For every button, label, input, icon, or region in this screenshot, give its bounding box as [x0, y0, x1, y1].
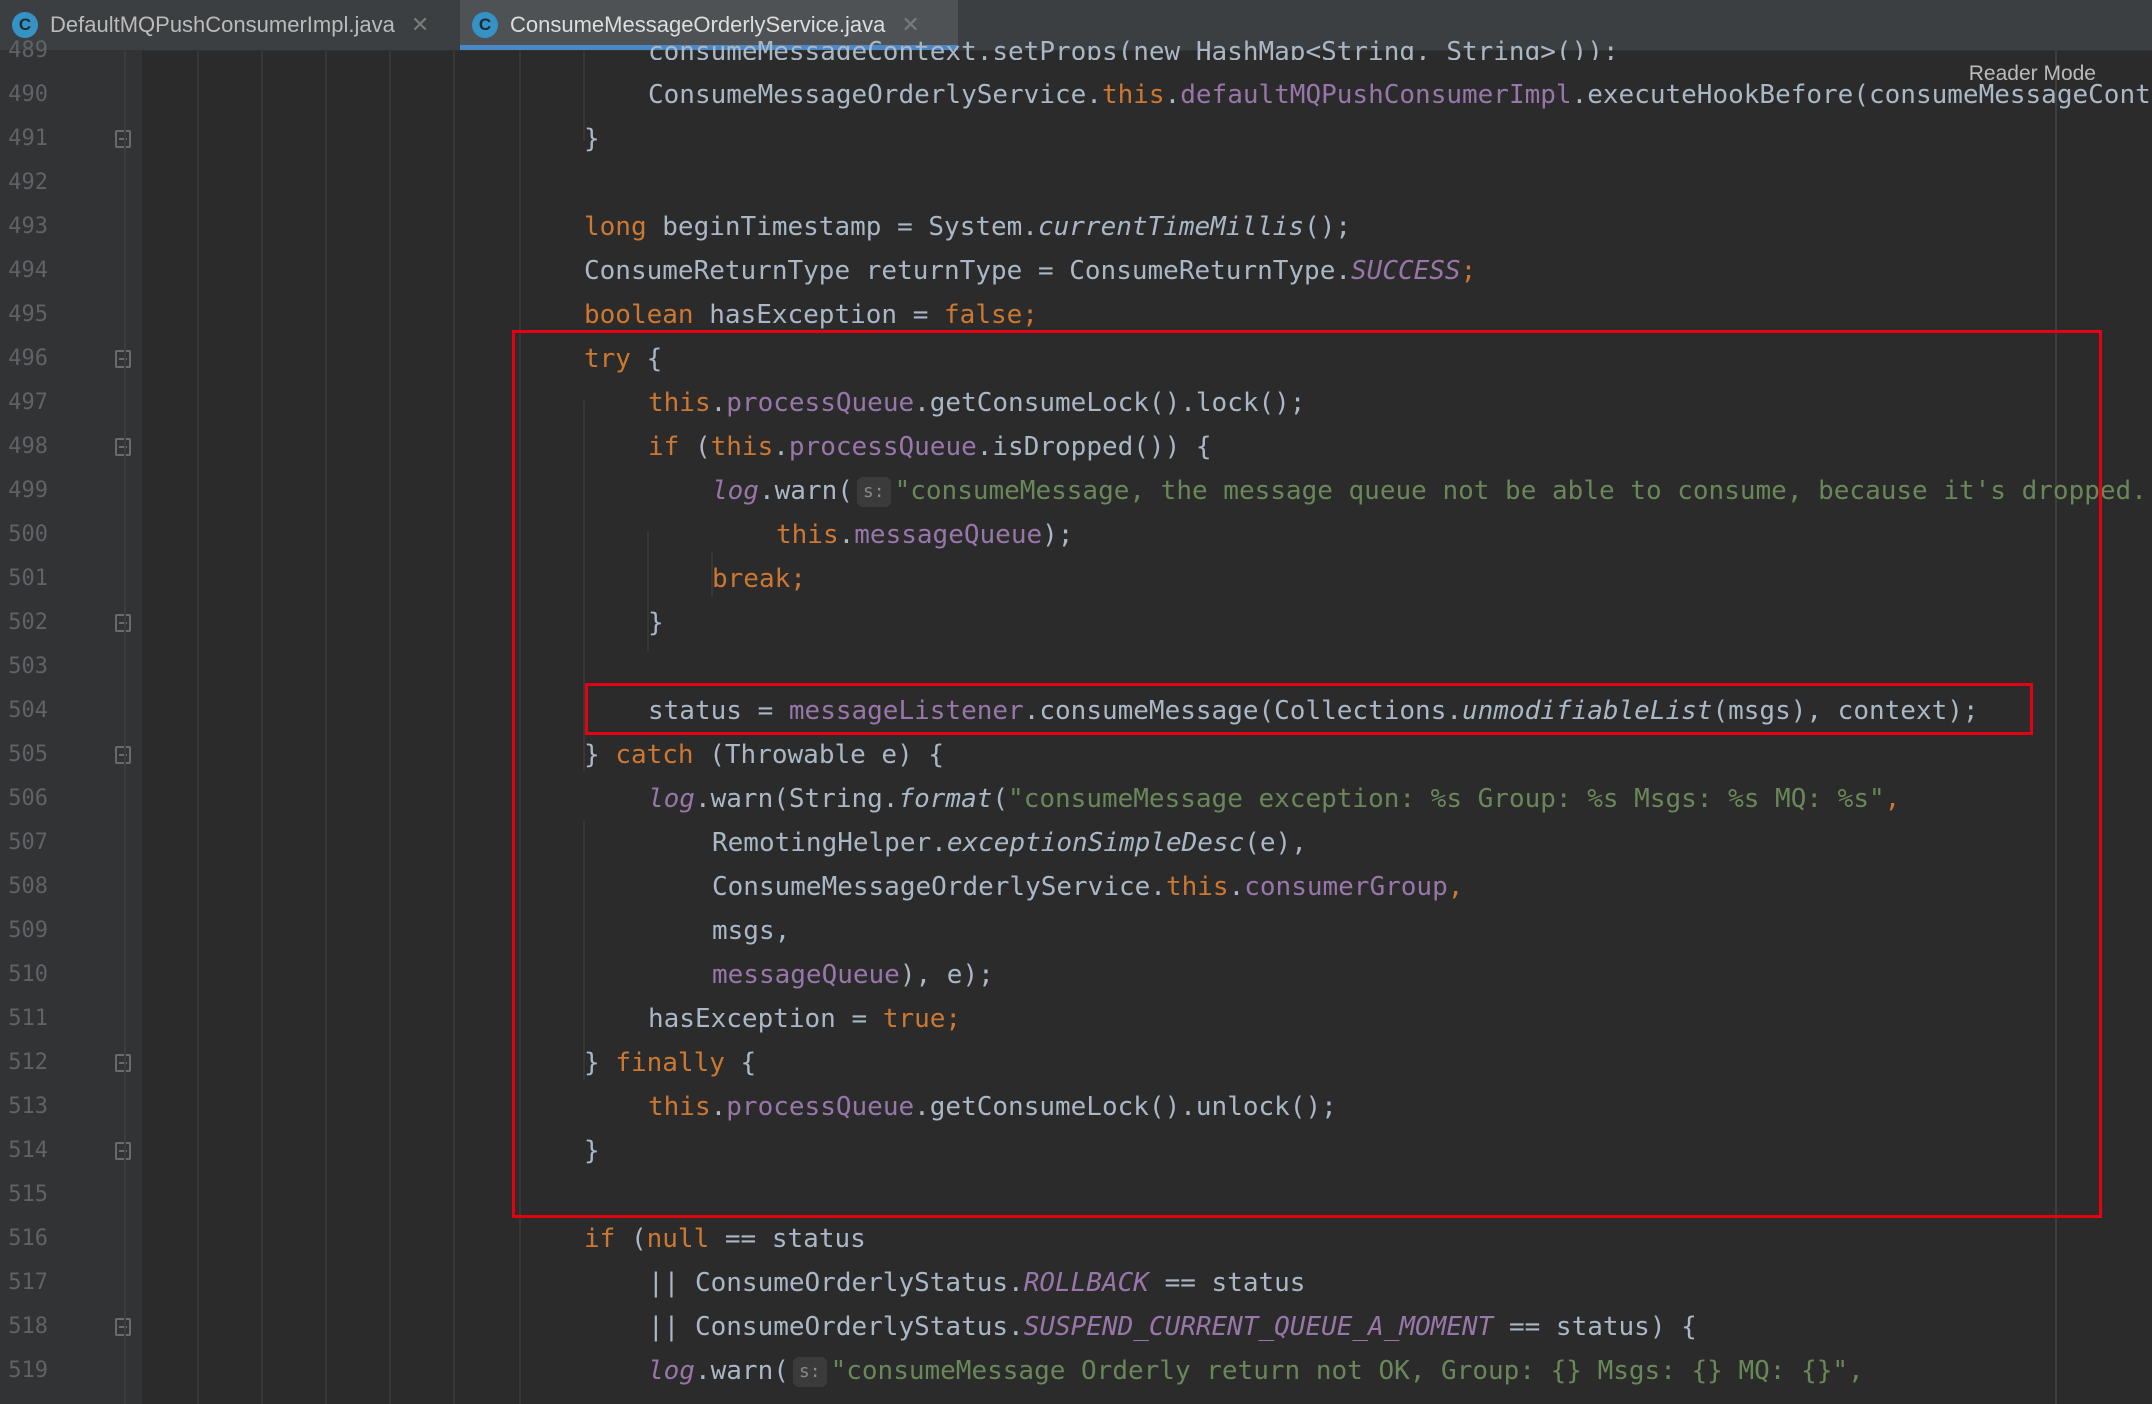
line-number: 515 — [8, 1182, 48, 1207]
fold-marker-icon[interactable] — [115, 350, 131, 368]
line-number: 519 — [8, 1358, 48, 1383]
code-line-517: || ConsumeOrderlyStatus.ROLLBACK == stat… — [648, 1268, 1306, 1298]
fold-marker-icon[interactable] — [115, 1318, 131, 1336]
line-number: 504 — [8, 698, 48, 723]
line-number: 500 — [8, 522, 48, 547]
line-number: 501 — [8, 566, 48, 591]
code-line-493: long beginTimestamp = System.currentTime… — [584, 212, 1352, 242]
indent-guide — [325, 51, 327, 1404]
tab-default-mq-push-consumer-impl[interactable]: C DefaultMQPushConsumerImpl.java ✕ — [0, 0, 458, 50]
line-number: 517 — [8, 1270, 48, 1295]
indent-guide — [389, 51, 391, 1404]
line-number: 499 — [8, 478, 48, 503]
line-number: 495 — [8, 302, 48, 327]
indent-guide — [197, 51, 199, 1404]
line-number: 498 — [8, 434, 48, 459]
line-number: 505 — [8, 742, 48, 767]
tab-label: DefaultMQPushConsumerImpl.java — [50, 12, 395, 37]
fold-marker-icon[interactable] — [115, 438, 131, 456]
code-line-491: } — [584, 124, 600, 154]
fold-marker-icon[interactable] — [115, 130, 131, 148]
indent-guide — [453, 51, 455, 1404]
line-number: 491 — [8, 126, 48, 151]
fold-marker-icon[interactable] — [115, 746, 131, 764]
line-number: 513 — [8, 1094, 48, 1119]
indent-guide — [261, 51, 263, 1404]
line-number: 492 — [8, 170, 48, 195]
line-number: 509 — [8, 918, 48, 943]
line-number: 497 — [8, 390, 48, 415]
line-number: 503 — [8, 654, 48, 679]
line-number: 512 — [8, 1050, 48, 1075]
line-number: 490 — [8, 82, 48, 107]
line-number: 507 — [8, 830, 48, 855]
fold-marker-icon[interactable] — [115, 614, 131, 632]
line-number: 494 — [8, 258, 48, 283]
java-class-icon: C — [472, 12, 498, 38]
line-number: 502 — [8, 610, 48, 635]
code-line-519: log.warn(s: "consumeMessage Orderly retur… — [648, 1356, 1864, 1387]
fold-marker-icon[interactable] — [115, 1054, 131, 1072]
line-number: 489 — [8, 38, 48, 63]
line-number: 514 — [8, 1138, 48, 1163]
line-number: 506 — [8, 786, 48, 811]
line-number: 510 — [8, 962, 48, 987]
line-number: 508 — [8, 874, 48, 899]
line-number: 493 — [8, 214, 48, 239]
code-line-489: consumeMessageContext.setProps(new HashM… — [648, 37, 1619, 60]
line-number: 518 — [8, 1314, 48, 1339]
fold-marker-icon[interactable] — [115, 1142, 131, 1160]
gutter-divider — [124, 51, 126, 1404]
try-block-highlight-box — [512, 330, 2102, 1218]
code-line-490: ConsumeMessageOrderlyService.this.defaul… — [648, 80, 2152, 110]
line-number-gutter: 489 490 491 492 493 494 495 496 497 498 499 500 501 5… — [0, 38, 142, 1404]
line-number: 511 — [8, 1006, 48, 1031]
close-icon[interactable]: ✕ — [411, 12, 429, 38]
line-number: 496 — [8, 346, 48, 371]
code-line-516: if (null == status — [584, 1224, 866, 1254]
code-line-518: || ConsumeOrderlyStatus.SUSPEND_CURRENT_… — [648, 1312, 1697, 1342]
parameter-hint: s: — [792, 1356, 827, 1387]
code-line-494: ConsumeReturnType returnType = ConsumeRe… — [584, 256, 1477, 286]
line-number: 516 — [8, 1226, 48, 1251]
consume-message-highlight-box — [585, 683, 2033, 735]
